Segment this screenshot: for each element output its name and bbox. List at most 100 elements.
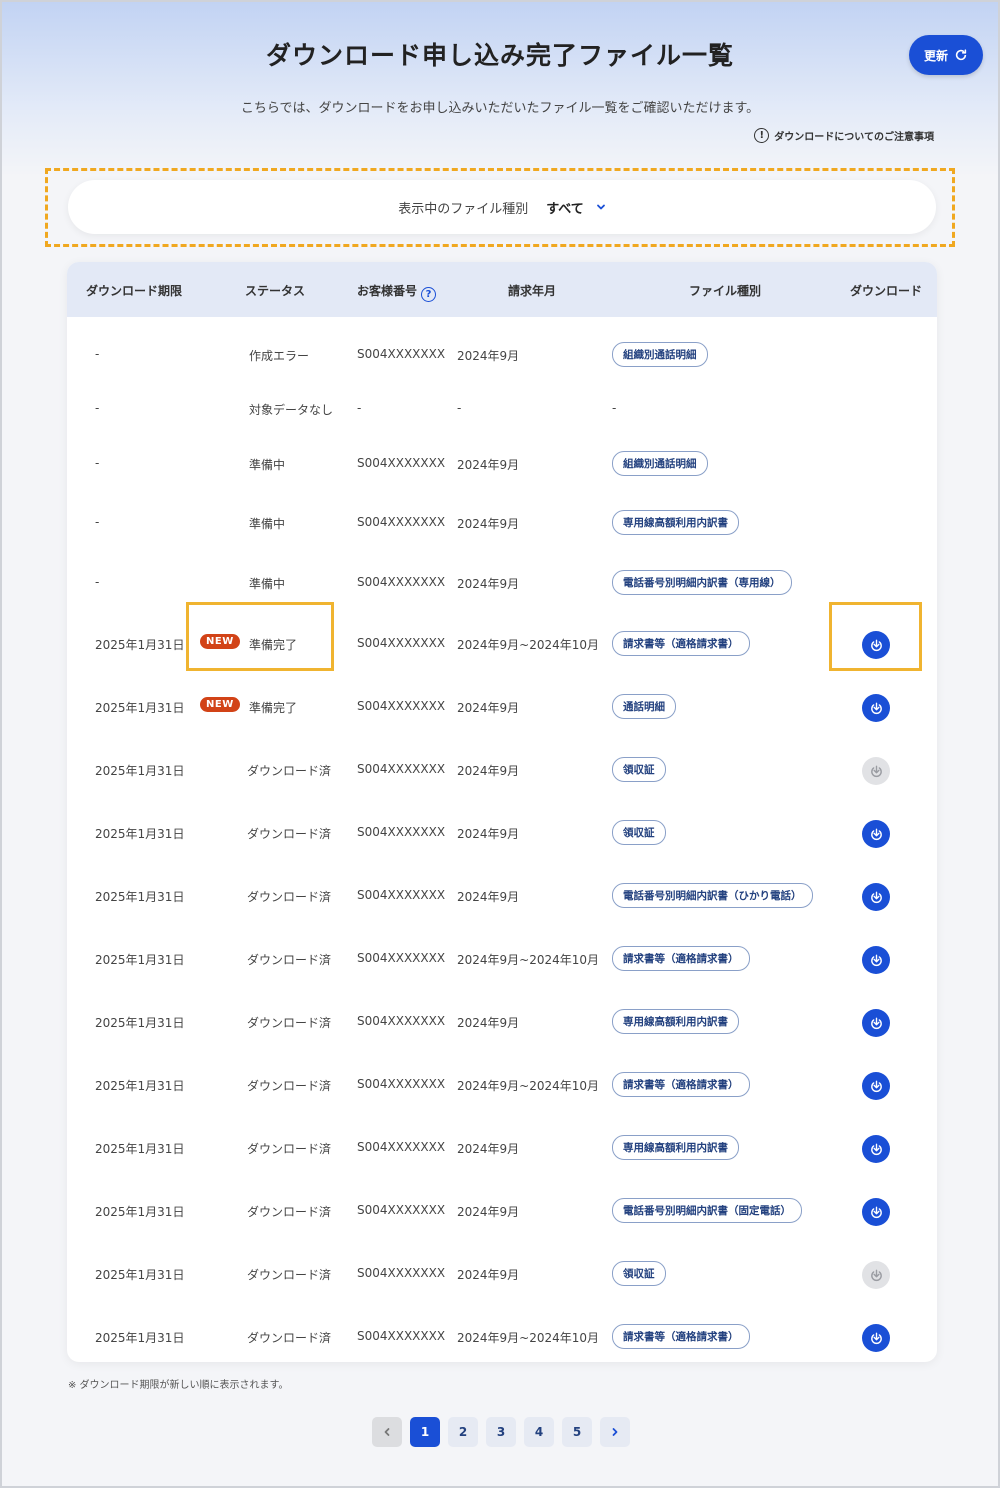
file-type-tag: 組織別通話明細	[612, 451, 708, 476]
download-icon	[870, 1017, 882, 1029]
page-3-button[interactable]: 3	[486, 1417, 516, 1447]
page-title: ダウンロード申し込み完了ファイル一覧	[265, 41, 734, 70]
table-row: 2025年1月31日 ダウンロード済 S004XXXXXXX 2024年9月 専用線高額…	[67, 1135, 937, 1163]
file-type-tag: 組織別通話明細	[612, 342, 708, 367]
customer-number-cell: S004XXXXXXX	[357, 825, 446, 839]
download-icon	[870, 828, 882, 840]
table-row: 2025年1月31日 ダウンロード済 S004XXXXXXX 2024年9月~2024…	[67, 1072, 937, 1100]
info-icon: !	[754, 128, 770, 143]
status-cell: ダウンロード済	[247, 890, 332, 904]
refresh-label: 更新	[923, 48, 948, 63]
col-download: ダウンロード	[850, 284, 923, 298]
customer-number-cell: S004XXXXXXX	[357, 951, 446, 965]
download-button[interactable]	[862, 1009, 890, 1037]
table-row: 2025年1月31日 ダウンロード済 S004XXXXXXX 2024年9月 領収証	[67, 820, 937, 848]
col-status: ステータス	[245, 284, 306, 298]
customer-number-cell: S004XXXXXXX	[357, 1329, 446, 1343]
deadline-cell: 2025年1月31日	[95, 701, 185, 715]
sort-footnote: ※ ダウンロード期限が新しい順に表示されます。	[68, 1380, 289, 1391]
billing-period-cell: 2024年9月	[457, 827, 520, 841]
billing-period-cell: 2024年9月	[457, 577, 520, 591]
page-2-button[interactable]: 2	[448, 1417, 478, 1447]
pagination: 1 2 3 4 5	[372, 1417, 630, 1447]
download-icon	[870, 1080, 882, 1092]
download-button[interactable]	[862, 946, 890, 974]
next-page-button[interactable]	[600, 1417, 630, 1447]
refresh-icon	[955, 49, 967, 61]
status-cell: ダウンロード済	[247, 1268, 332, 1282]
deadline-cell: 2025年1月31日	[95, 1205, 185, 1219]
billing-period-cell: 2024年9月	[457, 458, 520, 472]
table-row: 2025年1月31日 ダウンロード済 S004XXXXXXX 2024年9月~2024…	[67, 1324, 937, 1352]
col-deadline: ダウンロード期限	[86, 284, 183, 298]
prev-page-button[interactable]	[372, 1417, 402, 1447]
download-button[interactable]	[862, 694, 890, 722]
table-row: 2025年1月31日 ダウンロード済 S004XXXXXXX 2024年9月 領収証	[67, 757, 937, 785]
status-cell: 準備中	[249, 577, 286, 591]
deadline-cell: -	[95, 515, 100, 529]
page-4-button[interactable]: 4	[524, 1417, 554, 1447]
deadline-cell: -	[95, 456, 100, 470]
status-cell: ダウンロード済	[247, 953, 332, 967]
col-customer-label: お客様番号	[357, 284, 418, 298]
page-subtitle: こちらでは、ダウンロードをお申し込みいただいたファイル一覧をご確認いただけます。	[240, 101, 760, 116]
deadline-cell: -	[95, 347, 100, 361]
deadline-cell: 2025年1月31日	[95, 1268, 185, 1282]
billing-period-cell: 2024年9月	[457, 1205, 520, 1219]
file-type-tag: 専用線高額利用内訳書	[612, 1009, 739, 1034]
file-type-filter[interactable]: 表示中のファイル種別 すべて	[68, 180, 936, 234]
filter-label: 表示中のファイル種別	[398, 201, 529, 217]
file-type-tag: 電話番号別明細内訳書（ひかり電話）	[612, 883, 813, 908]
download-button[interactable]	[862, 1198, 890, 1226]
file-type-tag: 請求書等（適格請求書）	[612, 1324, 750, 1349]
file-type-tag: 請求書等（適格請求書）	[612, 631, 750, 656]
billing-period-cell: 2024年9月	[457, 890, 520, 904]
table-row: - 対象データなし - - -	[67, 401, 937, 421]
chevron-right-icon	[612, 1428, 618, 1436]
filter-value: すべて	[546, 201, 584, 217]
file-type-select[interactable]: すべて	[546, 198, 606, 217]
status-cell: ダウンロード済	[247, 1205, 332, 1219]
help-icon[interactable]: ?	[421, 287, 437, 302]
customer-number-cell: S004XXXXXXX	[357, 1014, 446, 1028]
status-cell: ダウンロード済	[247, 764, 332, 778]
billing-period-cell: 2024年9月	[457, 1016, 520, 1030]
download-button[interactable]	[862, 1072, 890, 1100]
deadline-cell: 2025年1月31日	[95, 1142, 185, 1156]
billing-period-cell: 2024年9月	[457, 517, 520, 531]
customer-number-cell: -	[357, 401, 362, 415]
download-button[interactable]	[862, 820, 890, 848]
download-icon	[870, 954, 882, 966]
refresh-button[interactable]: 更新	[909, 35, 983, 75]
download-button[interactable]	[862, 1135, 890, 1163]
customer-number-cell: S004XXXXXXX	[357, 456, 446, 470]
status-cell: 対象データなし	[249, 403, 334, 417]
page-5-button[interactable]: 5	[562, 1417, 592, 1447]
table-row: - 準備中 S004XXXXXXX 2024年9月 組織別通話明細	[67, 451, 937, 476]
deadline-cell: -	[95, 575, 100, 589]
status-cell: ダウンロード済	[247, 1079, 332, 1093]
customer-number-cell: S004XXXXXXX	[357, 1266, 446, 1280]
chevron-left-icon	[384, 1428, 390, 1436]
customer-number-cell: S004XXXXXXX	[357, 575, 446, 589]
file-type-tag: 専用線高額利用内訳書	[612, 1135, 739, 1160]
deadline-cell: 2025年1月31日	[95, 890, 185, 904]
col-period: 請求年月	[508, 284, 557, 298]
billing-period-cell: 2024年9月~2024年10月	[457, 638, 600, 652]
col-customer: お客様番号?	[357, 282, 437, 302]
download-button[interactable]	[862, 883, 890, 911]
deadline-cell: 2025年1月31日	[95, 1331, 185, 1345]
table-row: - 準備中 S004XXXXXXX 2024年9月 電話番号別明細内訳書（専用線）	[67, 570, 937, 595]
download-button	[862, 757, 890, 785]
page-1-button[interactable]: 1	[410, 1417, 440, 1447]
table-row: - 準備中 S004XXXXXXX 2024年9月 専用線高額利用内訳書	[67, 510, 937, 535]
download-icon	[870, 702, 882, 714]
status-cell: 準備完了	[249, 701, 298, 715]
file-type-tag: 電話番号別明細内訳書（固定電話）	[612, 1198, 802, 1223]
download-button[interactable]	[862, 1324, 890, 1352]
notice-link[interactable]: ! ダウンロードについてのご注意事項	[754, 128, 934, 143]
customer-number-cell: S004XXXXXXX	[357, 636, 446, 650]
status-cell: ダウンロード済	[247, 827, 332, 841]
chevron-down-icon	[596, 204, 605, 210]
status-cell: ダウンロード済	[247, 1331, 332, 1345]
